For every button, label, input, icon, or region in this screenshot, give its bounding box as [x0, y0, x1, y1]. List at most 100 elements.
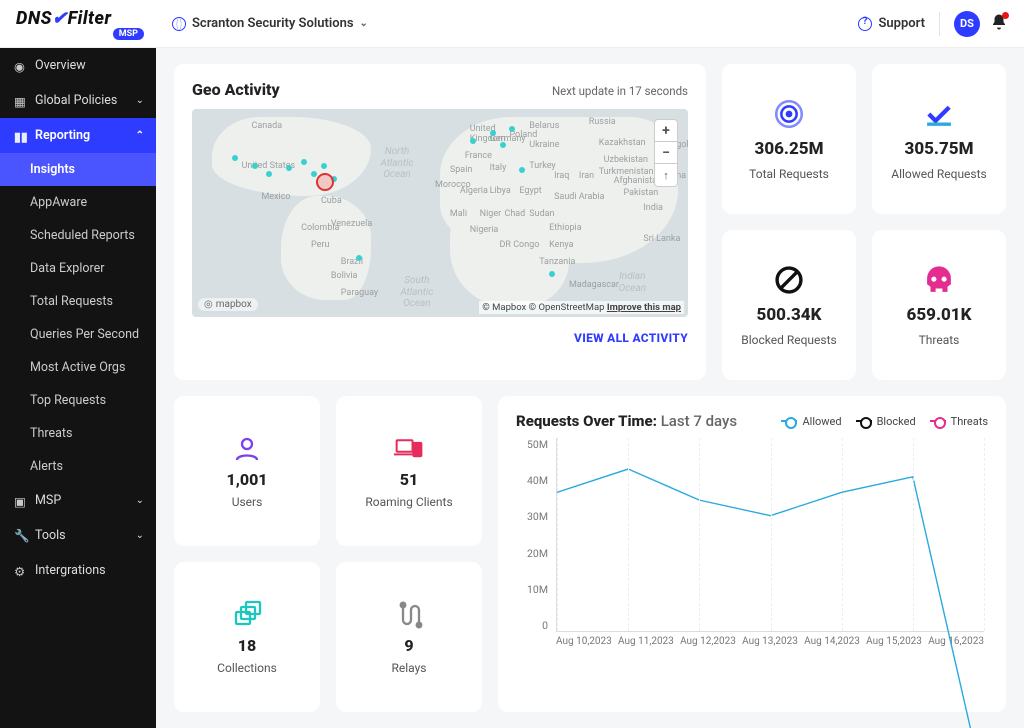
stat-label: Total Requests	[749, 167, 829, 181]
support-icon	[858, 17, 872, 31]
mini-label: Collections	[217, 661, 277, 675]
mini-collections: 18 Collections	[174, 562, 320, 712]
stat-value: 659.01K	[907, 305, 972, 325]
top-bar: DNS✔Filter MSP Scranton Security Solutio…	[0, 0, 1024, 48]
sidebar-label: Intergrations	[35, 563, 106, 578]
blocked-icon	[772, 263, 806, 297]
mini-value: 51	[400, 470, 418, 489]
broadcast-icon	[772, 97, 806, 131]
mini-value: 9	[404, 636, 413, 655]
chart-legend: Allowed Blocked Threats	[781, 415, 988, 428]
avatar[interactable]: DS	[954, 11, 980, 37]
stat-value: 306.25M	[755, 139, 824, 159]
stat-blocked-requests: 500.34K Blocked Requests	[722, 230, 856, 380]
chevron-down-icon: ⌄	[136, 95, 144, 106]
mini-users: 1,001 Users	[174, 396, 320, 546]
sidebar-sub-alerts[interactable]: Alerts	[0, 450, 156, 483]
sidebar-label: Global Policies	[35, 93, 117, 108]
sidebar-sub-most-active-orgs[interactable]: Most Active Orgs	[0, 351, 156, 384]
map-ocean-label: South Atlantic Ocean	[400, 275, 433, 310]
chart-plot-area[interactable]	[556, 438, 984, 632]
devices-icon	[394, 434, 424, 464]
logo: DNS✔Filter MSP	[16, 8, 172, 40]
chevron-down-icon: ⌄	[136, 495, 144, 506]
sidebar-item-integrations[interactable]: ⚙ Intergrations	[0, 553, 156, 588]
stat-label: Threats	[919, 333, 960, 347]
legend-threats[interactable]: Threats	[930, 415, 988, 428]
map-zoom-out-button[interactable]: −	[655, 142, 677, 164]
sidebar-item-msp[interactable]: ▣ MSP ⌄	[0, 483, 156, 518]
msp-badge: MSP	[113, 28, 144, 40]
stat-label: Blocked Requests	[741, 333, 836, 347]
map-reset-bearing-button[interactable]: ↑	[655, 164, 677, 186]
sidebar-sub-scheduled-reports[interactable]: Scheduled Reports	[0, 219, 156, 252]
sidebar-item-tools[interactable]: 🔧 Tools ⌄	[0, 518, 156, 553]
sidebar-sub-insights[interactable]: Insights	[0, 153, 156, 186]
sidebar-sub-total-requests[interactable]: Total Requests	[0, 285, 156, 318]
relays-icon	[394, 600, 424, 630]
legend-allowed[interactable]: Allowed	[781, 415, 841, 428]
sidebar-sub-appaware[interactable]: AppAware	[0, 186, 156, 219]
chevron-down-icon: ⌄	[136, 530, 144, 541]
mini-label: Relays	[392, 661, 427, 675]
sidebar-sub-threats[interactable]: Threats	[0, 417, 156, 450]
sidebar-sub-qps[interactable]: Queries Per Second	[0, 318, 156, 351]
user-icon	[232, 434, 262, 464]
integrations-icon: ⚙	[14, 564, 27, 577]
sidebar-sub-top-requests[interactable]: Top Requests	[0, 384, 156, 417]
content-area: Geo Activity Next update in 17 seconds C…	[156, 48, 1024, 728]
org-name: Scranton Security Solutions	[192, 16, 354, 31]
support-label: Support	[878, 16, 925, 31]
geo-map[interactable]: Canada United States Mexico Cuba Colombi…	[192, 109, 688, 317]
improve-map-link[interactable]: Improve this map	[607, 302, 681, 313]
mapbox-logo: ◎ mapbox	[198, 298, 258, 311]
chart-body: 50M40M30M20M10M0 Aug 10,2023Aug 11,2023A…	[516, 438, 988, 658]
globe-icon	[172, 17, 186, 31]
mini-roaming-clients: 51 Roaming Clients	[336, 396, 482, 546]
stat-label: Allowed Requests	[891, 167, 987, 181]
notification-dot-icon	[1002, 12, 1009, 19]
map-attribution: © Mapbox © OpenStreetMap Improve this ma…	[479, 301, 684, 314]
sidebar-label: Reporting	[35, 128, 90, 143]
map-ocean-label: North Atlantic Ocean	[380, 146, 413, 181]
tools-icon: 🔧	[14, 529, 27, 542]
stat-total-requests: 306.25M Total Requests	[722, 64, 856, 214]
sidebar-label: Tools	[35, 528, 66, 543]
geo-title: Geo Activity	[192, 80, 280, 99]
org-selector[interactable]: Scranton Security Solutions ⌄	[172, 16, 368, 31]
requests-over-time-card: Requests Over Time: Last 7 days Allowed …	[498, 396, 1006, 712]
mini-label: Roaming Clients	[365, 495, 452, 509]
mini-value: 1,001	[226, 470, 267, 489]
support-link[interactable]: Support	[858, 16, 925, 31]
chevron-up-icon: ⌃	[136, 130, 144, 141]
overview-icon: ◉	[14, 59, 27, 72]
chart-title: Requests Over Time: Last 7 days	[516, 412, 737, 430]
sidebar-item-overview[interactable]: ◉ Overview	[0, 48, 156, 83]
stats-grid: 306.25M Total Requests 305.75M Allowed R…	[722, 64, 1006, 380]
map-zoom-in-button[interactable]: +	[655, 120, 677, 142]
stat-value: 500.34K	[757, 305, 822, 325]
check-icon	[922, 97, 956, 131]
notifications-button[interactable]	[990, 13, 1008, 35]
chart-y-axis: 50M40M30M20M10M0	[516, 438, 552, 632]
policies-icon: ▦	[14, 94, 27, 107]
sidebar-sub-data-explorer[interactable]: Data Explorer	[0, 252, 156, 285]
map-zoom-controls: + − ↑	[654, 119, 678, 187]
stat-allowed-requests: 305.75M Allowed Requests	[872, 64, 1006, 214]
mini-label: Users	[232, 495, 263, 509]
sidebar-item-global-policies[interactable]: ▦ Global Policies ⌄	[0, 83, 156, 118]
view-all-activity-link[interactable]: VIEW ALL ACTIVITY	[192, 331, 688, 345]
mini-value: 18	[238, 636, 256, 655]
skull-icon	[922, 263, 956, 297]
msp-icon: ▣	[14, 494, 27, 507]
sidebar: ◉ Overview ▦ Global Policies ⌄ ▮▮ Report…	[0, 48, 156, 728]
sidebar-label: MSP	[35, 493, 61, 508]
collections-icon	[232, 600, 262, 630]
geo-next-update: Next update in 17 seconds	[552, 84, 688, 98]
mini-stats-grid: 1,001 Users 51 Roaming Clients 18 Collec…	[174, 396, 482, 712]
map-label: Madagascar	[569, 280, 619, 290]
chevron-down-icon: ⌄	[360, 18, 368, 29]
sidebar-item-reporting[interactable]: ▮▮ Reporting ⌃	[0, 118, 156, 153]
sidebar-label: Overview	[35, 58, 86, 73]
legend-blocked[interactable]: Blocked	[856, 415, 916, 428]
